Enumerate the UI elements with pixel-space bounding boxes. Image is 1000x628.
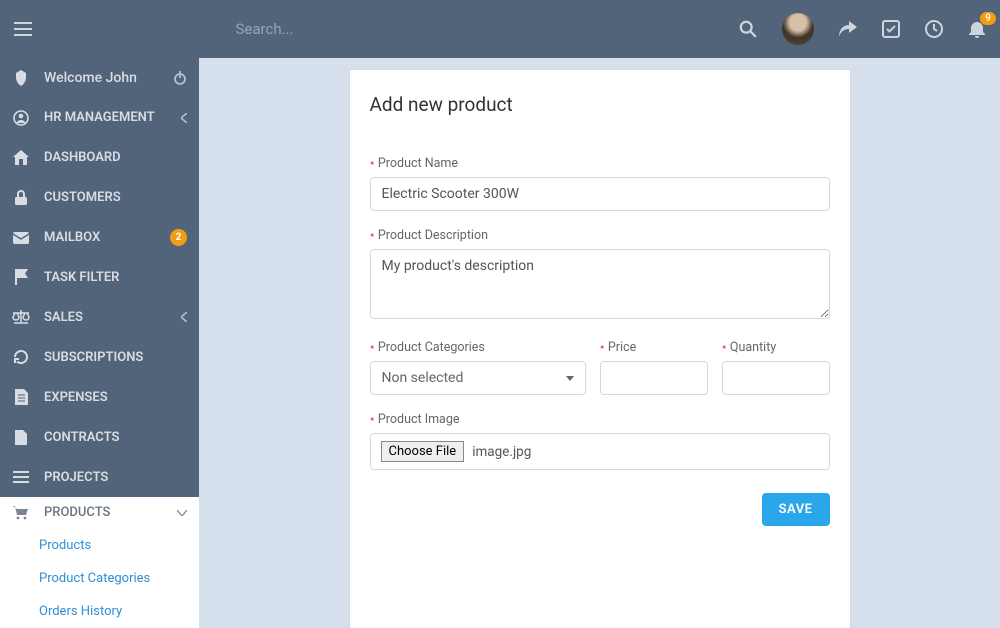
sidebar-item-hr[interactable]: HR MANAGEMENT: [0, 98, 199, 138]
sidebar-item-task-filter[interactable]: TASK FILTER: [0, 258, 199, 298]
quantity-input[interactable]: [722, 361, 830, 395]
refresh-icon: [12, 349, 30, 365]
sidebar-item-label: SUBSCRIPTIONS: [44, 350, 187, 365]
label-image: Product Image: [370, 412, 830, 427]
product-desc-textarea[interactable]: My product's description: [370, 249, 830, 319]
label-price: Price: [600, 340, 708, 355]
list-icon: [12, 471, 30, 483]
chevron-left-icon: [181, 113, 187, 123]
search-input[interactable]: [236, 20, 536, 38]
mail-icon: [12, 232, 30, 244]
caret-down-icon: [566, 376, 574, 381]
sidebar-item-expenses[interactable]: EXPENSES: [0, 377, 199, 417]
sidebar-item-label: DASHBOARD: [44, 150, 187, 165]
scales-icon: [12, 310, 30, 324]
field-categories: Product Categories Non selected: [370, 340, 586, 395]
sidebar-item-sales[interactable]: SALES: [0, 297, 199, 337]
file-icon: [12, 430, 30, 445]
sidebar-item-dashboard[interactable]: DASHBOARD: [0, 138, 199, 178]
label-categories: Product Categories: [370, 340, 586, 355]
sidebar-item-label: CUSTOMERS: [44, 190, 187, 205]
sidebar-item-label: CONTRACTS: [44, 430, 187, 445]
sidebar-item-mailbox[interactable]: MAILBOX 2: [0, 218, 199, 258]
subnav-products[interactable]: Products: [0, 529, 199, 562]
sidebar-products: PRODUCTS Products Product Categories Ord…: [0, 497, 199, 628]
category-select[interactable]: Non selected: [370, 361, 586, 395]
flag-icon: [12, 269, 30, 285]
share-icon[interactable]: [839, 20, 857, 38]
clock-icon[interactable]: [925, 20, 943, 38]
sidebar-welcome: Welcome John: [0, 58, 199, 98]
avatar[interactable]: [782, 13, 814, 45]
home-icon: [12, 150, 30, 165]
sidebar-item-projects[interactable]: PROJECTS: [0, 457, 199, 497]
sidebar: Welcome John HR MANAGEMENT DASHBOARD CUS…: [0, 58, 199, 628]
file-name: image.jpg: [472, 444, 531, 460]
field-product-desc: Product Description My product's descrip…: [370, 228, 830, 323]
sidebar-item-contracts[interactable]: CONTRACTS: [0, 417, 199, 457]
menu-toggle-icon[interactable]: [14, 20, 32, 38]
sidebar-item-label: PROJECTS: [44, 470, 187, 485]
field-price: Price: [600, 340, 708, 395]
lock-icon: [12, 190, 30, 206]
label-product-name: Product Name: [370, 156, 830, 171]
notification-badge: 9: [980, 12, 996, 25]
sidebar-item-label: TASK FILTER: [44, 270, 187, 285]
sidebar-item-customers[interactable]: CUSTOMERS: [0, 178, 199, 218]
search-wrap: [32, 20, 739, 38]
chevron-left-icon: [181, 312, 187, 322]
field-image: Product Image Choose File image.jpg: [370, 412, 830, 470]
product-name-input[interactable]: [370, 177, 830, 211]
choose-file-button[interactable]: Choose File: [381, 441, 465, 462]
document-icon: [12, 389, 30, 405]
bell-icon[interactable]: 9: [968, 20, 986, 38]
sidebar-item-label: SALES: [44, 310, 167, 325]
sidebar-item-label: HR MANAGEMENT: [44, 110, 167, 125]
topbar: 9: [0, 0, 1000, 58]
subnav-orders-history[interactable]: Orders History: [0, 595, 199, 628]
price-input[interactable]: [600, 361, 708, 395]
field-quantity: Quantity: [722, 340, 830, 395]
topbar-actions: 9: [739, 13, 986, 45]
person-circle-icon: [12, 110, 30, 126]
sidebar-item-label: EXPENSES: [44, 390, 187, 405]
sidebar-item-label: MAILBOX: [44, 230, 156, 245]
sidebar-item-products[interactable]: PRODUCTS: [0, 497, 199, 529]
layout: Welcome John HR MANAGEMENT DASHBOARD CUS…: [0, 58, 1000, 628]
chevron-down-icon: [177, 510, 187, 516]
mail-badge: 2: [170, 229, 187, 246]
save-button[interactable]: SAVE: [762, 493, 830, 526]
content: Add new product Product Name Product Des…: [199, 58, 1000, 628]
row-cat-price-qty: Product Categories Non selected Price Qu…: [370, 340, 830, 395]
subnav-product-categories[interactable]: Product Categories: [0, 562, 199, 595]
card-title: Add new product: [370, 93, 830, 116]
products-label: PRODUCTS: [44, 505, 163, 520]
label-quantity: Quantity: [722, 340, 830, 355]
add-product-card: Add new product Product Name Product Des…: [350, 70, 850, 628]
cart-icon: [12, 506, 30, 520]
power-icon[interactable]: [173, 71, 187, 85]
file-input-wrap[interactable]: Choose File image.jpg: [370, 433, 830, 470]
welcome-label: Welcome John: [44, 70, 159, 86]
label-product-desc: Product Description: [370, 228, 830, 243]
sidebar-item-subscriptions[interactable]: SUBSCRIPTIONS: [0, 337, 199, 377]
user-icon: [12, 70, 30, 86]
search-icon[interactable]: [739, 20, 757, 38]
field-product-name: Product Name: [370, 156, 830, 211]
tasks-icon[interactable]: [882, 20, 900, 38]
category-value: Non selected: [382, 370, 464, 386]
